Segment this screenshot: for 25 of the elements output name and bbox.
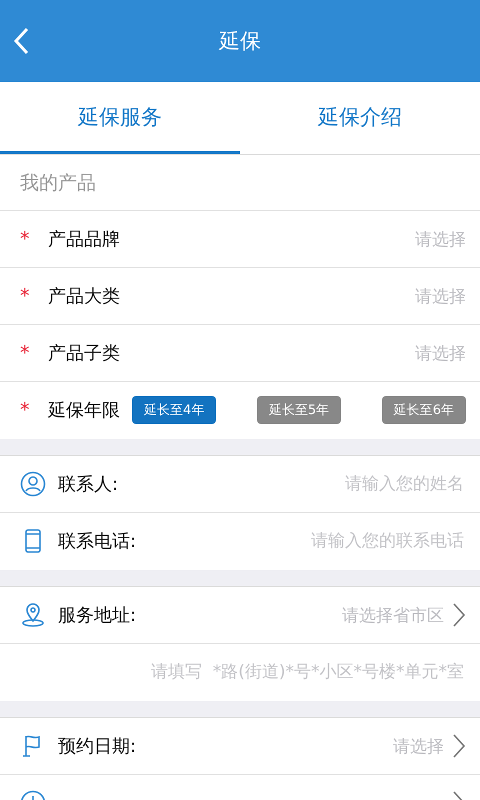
select-hint[interactable]: 请选择 xyxy=(415,284,466,308)
field-label: 产品大类 xyxy=(48,285,120,308)
field-label: 联系电话: xyxy=(58,530,136,553)
field-label: 预约日期: xyxy=(58,735,136,758)
select-hint[interactable]: 请选择省市区 xyxy=(342,604,444,626)
field-label: 服务地址: xyxy=(58,604,136,627)
input-field[interactable]: 请输入您的联系电话 xyxy=(136,530,466,552)
required-mark: * xyxy=(20,399,30,421)
field-label: 产品品牌 xyxy=(48,228,120,251)
select-hint[interactable]: 请选择 xyxy=(415,342,466,364)
field-label: 产品子类 xyxy=(48,342,120,365)
required-mark: * xyxy=(20,285,30,307)
select-hint[interactable]: 请选择 xyxy=(393,734,444,758)
year-option[interactable]: 延长至4年 xyxy=(132,396,216,424)
field-label: 联系人: xyxy=(58,473,118,496)
section-title: 我的产品 xyxy=(0,155,480,211)
field-label: 延保年限 xyxy=(48,399,120,422)
year-option[interactable]: 延长至6年 xyxy=(382,396,466,424)
required-mark: * xyxy=(20,342,30,364)
input-field[interactable]: 请填写 *路(街道)*号*小区*号楼*单元*室 xyxy=(20,661,466,683)
select-hint[interactable]: 请选择 xyxy=(415,228,466,250)
input-field[interactable]: 请输入您的姓名 xyxy=(118,473,466,495)
year-option[interactable]: 延长至5年 xyxy=(256,396,342,424)
required-mark: * xyxy=(20,228,30,250)
page-title: 延保 xyxy=(219,28,261,55)
